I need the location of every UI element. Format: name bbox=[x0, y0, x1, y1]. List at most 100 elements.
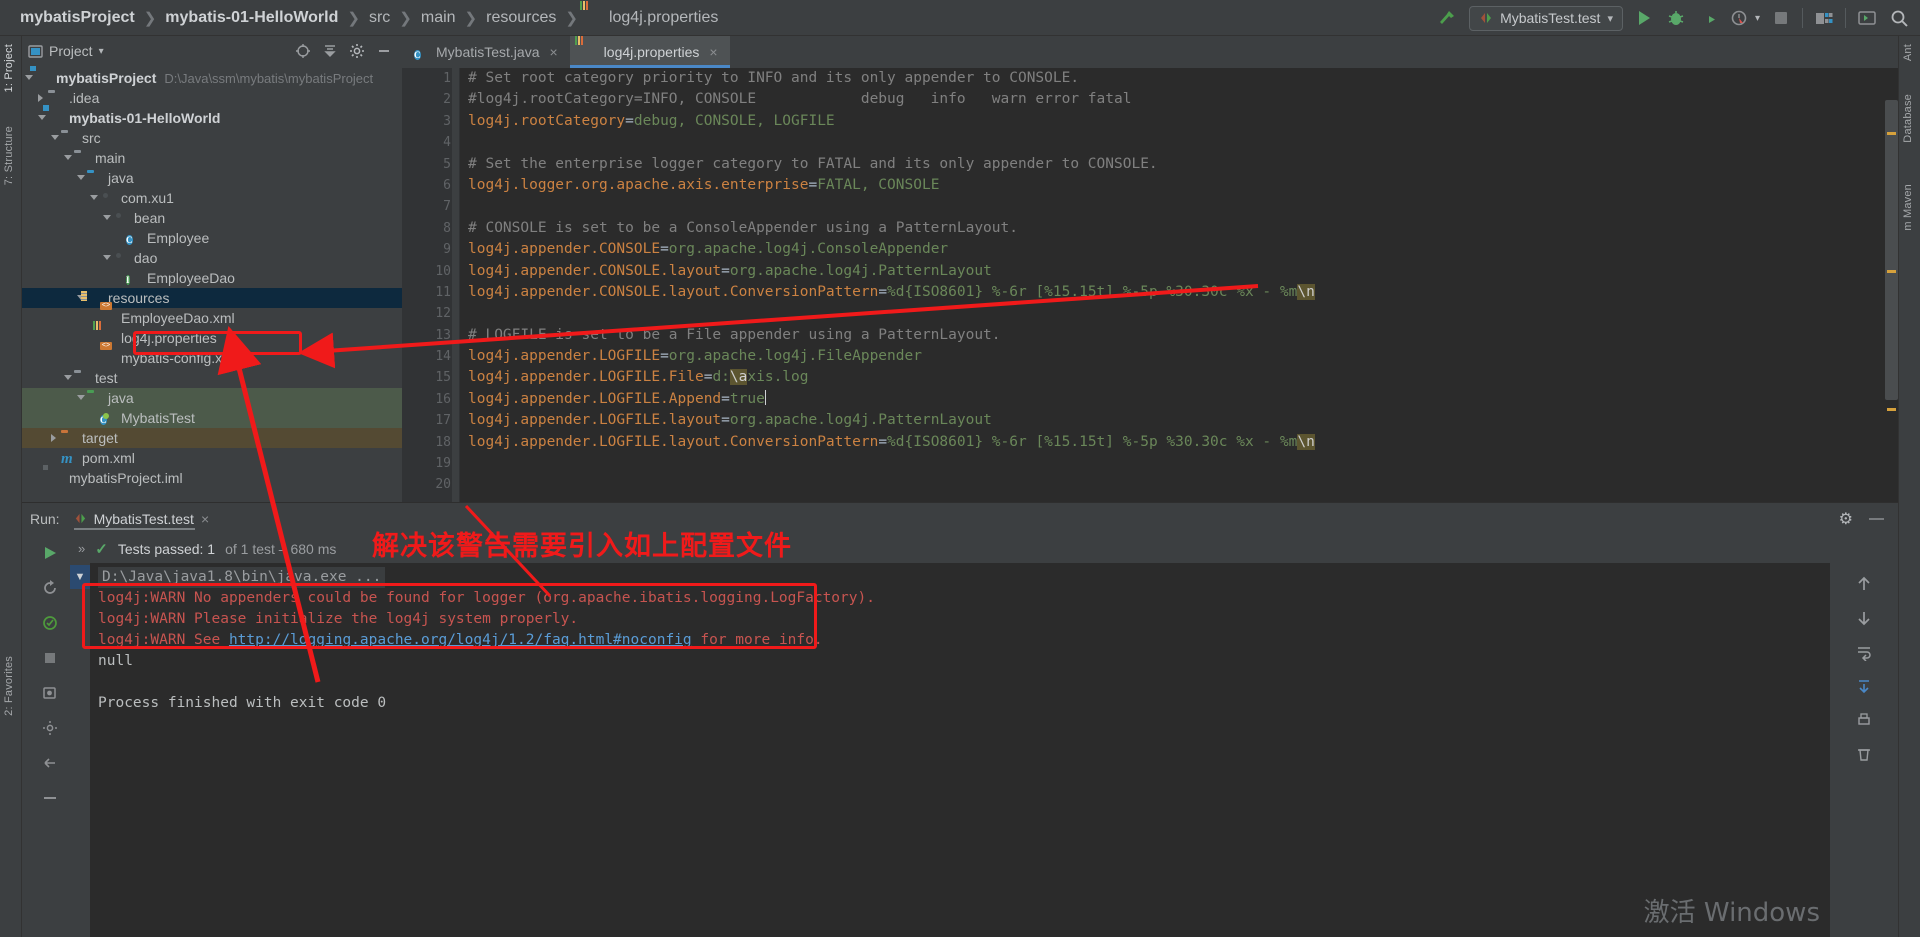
chevron-down-icon[interactable] bbox=[35, 113, 48, 124]
sidebar-item-project[interactable]: 1: Project bbox=[3, 44, 15, 92]
breadcrumb-item-mybatisproject[interactable]: mybatisProject bbox=[16, 9, 139, 27]
scroll-to-end-icon[interactable] bbox=[1855, 677, 1873, 695]
code-line[interactable]: # CONSOLE is set to be a ConsoleAppender… bbox=[462, 218, 1842, 239]
tree-node-resources[interactable]: resources bbox=[22, 288, 402, 308]
editor-tab-log4j-properties[interactable]: log4j.properties × bbox=[569, 36, 730, 68]
code-line[interactable]: # Set the enterprise logger category to … bbox=[462, 154, 1842, 175]
chevron-down-icon[interactable] bbox=[74, 393, 87, 404]
run-tab-close-icon[interactable]: × bbox=[201, 511, 209, 527]
expand-chevron-icon[interactable]: » bbox=[78, 541, 85, 556]
editor-scrollbar[interactable] bbox=[1884, 100, 1898, 534]
breadcrumb-item-mybatis-01-helloworld[interactable]: mybatis-01-HelloWorld bbox=[161, 9, 342, 27]
chevron-down-icon[interactable] bbox=[48, 133, 61, 144]
tree-node-mybatisproject-iml[interactable]: mybatisProject.iml bbox=[22, 468, 402, 488]
hide-panel-icon[interactable] bbox=[376, 43, 392, 59]
tree-node-employee[interactable]: C Employee bbox=[22, 228, 402, 248]
project-structure-icon[interactable] bbox=[1813, 7, 1835, 29]
tree-node-src[interactable]: src bbox=[22, 128, 402, 148]
scroll-thumb[interactable] bbox=[1885, 100, 1898, 400]
run-minimize-icon[interactable]: — bbox=[1869, 510, 1884, 527]
build-hammer-icon[interactable] bbox=[1437, 7, 1459, 29]
code-line[interactable] bbox=[462, 132, 1842, 153]
chevron-right-icon[interactable] bbox=[35, 94, 48, 102]
project-tree[interactable]: mybatisProject D:\Java\ssm\mybatis\mybati… bbox=[22, 66, 402, 502]
toggle-auto-test-icon[interactable] bbox=[41, 614, 59, 632]
pin-tab-icon[interactable] bbox=[41, 754, 59, 772]
rerun-icon[interactable] bbox=[41, 544, 59, 562]
chevron-down-icon[interactable] bbox=[22, 73, 35, 84]
scroll-up-icon[interactable] bbox=[1855, 575, 1873, 593]
code-line[interactable]: log4j.appender.LOGFILE.layout.Conversion… bbox=[462, 432, 1842, 453]
code-line[interactable]: log4j.appender.LOGFILE.layout=org.apache… bbox=[462, 410, 1842, 431]
collapse-all-icon[interactable] bbox=[322, 43, 338, 59]
code-line[interactable]: # LOGFILE is set to be a File appender u… bbox=[462, 325, 1842, 346]
tree-node-mybatis-01-helloworld[interactable]: mybatis-01-HelloWorld bbox=[22, 108, 402, 128]
run-with-coverage-icon[interactable] bbox=[1697, 7, 1719, 29]
warning-marker-3[interactable] bbox=[1887, 408, 1896, 411]
run-settings-icon[interactable] bbox=[41, 719, 59, 737]
tree-node-test[interactable]: test bbox=[22, 368, 402, 388]
breadcrumb-item-src[interactable]: src bbox=[365, 9, 394, 27]
warning-marker-2[interactable] bbox=[1887, 270, 1896, 273]
chevron-down-icon[interactable] bbox=[100, 213, 113, 224]
editor-tab-mybatistest-java[interactable]: C MybatisTest.java × bbox=[402, 36, 570, 68]
close-icon[interactable]: × bbox=[549, 44, 557, 60]
close-icon[interactable]: × bbox=[709, 44, 717, 60]
code-content[interactable]: # Set root category priority to INFO and… bbox=[462, 68, 1842, 502]
run-tab-mybatistest[interactable]: MybatisTest.test × bbox=[73, 503, 209, 534]
debug-icon[interactable] bbox=[1665, 7, 1687, 29]
stop-icon[interactable] bbox=[1770, 7, 1792, 29]
chevron-down-icon[interactable] bbox=[61, 373, 74, 384]
tree-node-employeedao-xml[interactable]: EmployeeDao.xml bbox=[22, 308, 402, 328]
chevron-down-icon[interactable] bbox=[100, 253, 113, 264]
run-configuration-selector[interactable]: MybatisTest.test ▾ bbox=[1469, 5, 1623, 31]
tree-node-java[interactable]: java bbox=[22, 388, 402, 408]
breadcrumb-item-log4j-properties[interactable]: log4j.properties bbox=[583, 9, 722, 27]
tree-node-pom-xml[interactable]: m pom.xml bbox=[22, 448, 402, 468]
chevron-down-icon[interactable] bbox=[74, 173, 87, 184]
tree-node--idea[interactable]: .idea bbox=[22, 88, 402, 108]
settings-gear-icon[interactable] bbox=[349, 43, 365, 59]
code-line[interactable]: log4j.appender.LOGFILE=org.apache.log4j.… bbox=[462, 346, 1842, 367]
code-line[interactable] bbox=[462, 196, 1842, 217]
sidebar-item-structure[interactable]: 7: Structure bbox=[3, 126, 15, 185]
breadcrumb-item-main[interactable]: main bbox=[417, 9, 460, 27]
sidebar-item-favorites[interactable]: 2: Favorites bbox=[3, 656, 15, 716]
tree-node-employeedao[interactable]: I EmployeeDao bbox=[22, 268, 402, 288]
code-line[interactable] bbox=[462, 303, 1842, 324]
breadcrumb-item-resources[interactable]: resources bbox=[482, 9, 560, 27]
warning-marker[interactable] bbox=[1887, 132, 1896, 135]
tree-node-target[interactable]: target bbox=[22, 428, 402, 448]
code-line[interactable]: log4j.rootCategory=debug, CONSOLE, LOGFI… bbox=[462, 111, 1842, 132]
soft-wrap-icon[interactable] bbox=[1855, 643, 1873, 662]
run-settings-gear-icon[interactable]: ⚙ bbox=[1839, 509, 1853, 529]
code-line[interactable]: #log4j.rootCategory=INFO, CONSOLE debug … bbox=[462, 89, 1842, 110]
tree-node-main[interactable]: main bbox=[22, 148, 402, 168]
rerun-failed-tests-icon[interactable] bbox=[41, 579, 59, 597]
search-everywhere-icon[interactable] bbox=[1888, 7, 1910, 29]
chevron-down-icon[interactable]: ▾ bbox=[1607, 12, 1613, 25]
profiler-chevron-down-icon[interactable]: ▾ bbox=[1755, 13, 1760, 24]
chevron-right-icon[interactable] bbox=[48, 434, 61, 442]
code-line[interactable]: log4j.appender.CONSOLE=org.apache.log4j.… bbox=[462, 239, 1842, 260]
locate-icon[interactable] bbox=[295, 43, 311, 59]
chevron-down-icon[interactable] bbox=[61, 153, 74, 164]
profiler-icon[interactable] bbox=[1729, 7, 1751, 29]
close-panel-icon[interactable] bbox=[41, 789, 59, 807]
run-icon[interactable] bbox=[1633, 7, 1655, 29]
stop-icon[interactable] bbox=[41, 649, 59, 667]
tree-node-com-xu1[interactable]: com.xu1 bbox=[22, 188, 402, 208]
code-line[interactable] bbox=[462, 474, 1842, 495]
code-line[interactable]: log4j.appender.CONSOLE.layout=org.apache… bbox=[462, 261, 1842, 282]
tree-node-java[interactable]: java bbox=[22, 168, 402, 188]
tree-node-mybatistest[interactable]: C MybatisTest bbox=[22, 408, 402, 428]
code-line[interactable]: log4j.appender.LOGFILE.File=d:\axis.log bbox=[462, 367, 1842, 388]
project-panel-chevron-down-icon[interactable]: ▾ bbox=[99, 46, 104, 57]
tree-node-bean[interactable]: bean bbox=[22, 208, 402, 228]
sidebar-item-database[interactable]: Database bbox=[1902, 94, 1914, 143]
code-line[interactable]: log4j.appender.CONSOLE.layout.Conversion… bbox=[462, 282, 1842, 303]
chevron-down-icon[interactable] bbox=[87, 193, 100, 204]
sidebar-item-ant[interactable]: Ant bbox=[1902, 44, 1914, 61]
print-icon[interactable] bbox=[1855, 711, 1873, 729]
tree-node-dao[interactable]: dao bbox=[22, 248, 402, 268]
